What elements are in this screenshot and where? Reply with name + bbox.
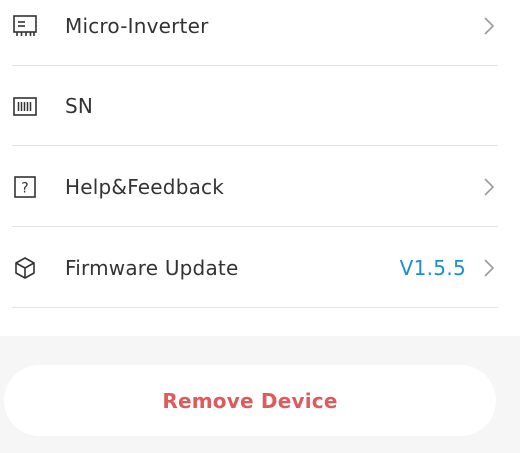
- menu-item-firmware-update[interactable]: Firmware Update V1.5.5: [12, 228, 498, 308]
- menu-item-label: SN: [65, 94, 94, 118]
- remove-device-button[interactable]: Remove Device: [4, 365, 496, 436]
- device-settings-list: Micro-Inverter SN ? Help&Feedback Firmwa…: [0, 0, 520, 336]
- row-divider: [12, 307, 498, 308]
- menu-item-micro-inverter[interactable]: Micro-Inverter: [12, 0, 498, 66]
- micro-inverter-icon: [12, 13, 38, 39]
- chevron-right-icon: [482, 176, 496, 198]
- menu-item-label: Micro-Inverter: [65, 14, 209, 38]
- firmware-version: V1.5.5: [399, 256, 466, 280]
- remove-device-label: Remove Device: [162, 388, 338, 413]
- menu-item-label: Firmware Update: [65, 256, 239, 280]
- row-divider: [12, 145, 498, 146]
- chevron-right-icon: [482, 257, 496, 279]
- firmware-cube-icon: [12, 255, 38, 281]
- menu-item-label: Help&Feedback: [65, 175, 225, 199]
- svg-text:?: ?: [21, 181, 28, 197]
- row-divider: [12, 226, 498, 227]
- chevron-right-icon: [482, 15, 496, 37]
- barcode-icon: [12, 93, 38, 119]
- help-icon: ?: [12, 174, 38, 200]
- menu-item-help-feedback[interactable]: ? Help&Feedback: [12, 147, 498, 227]
- menu-item-sn[interactable]: SN: [12, 66, 498, 146]
